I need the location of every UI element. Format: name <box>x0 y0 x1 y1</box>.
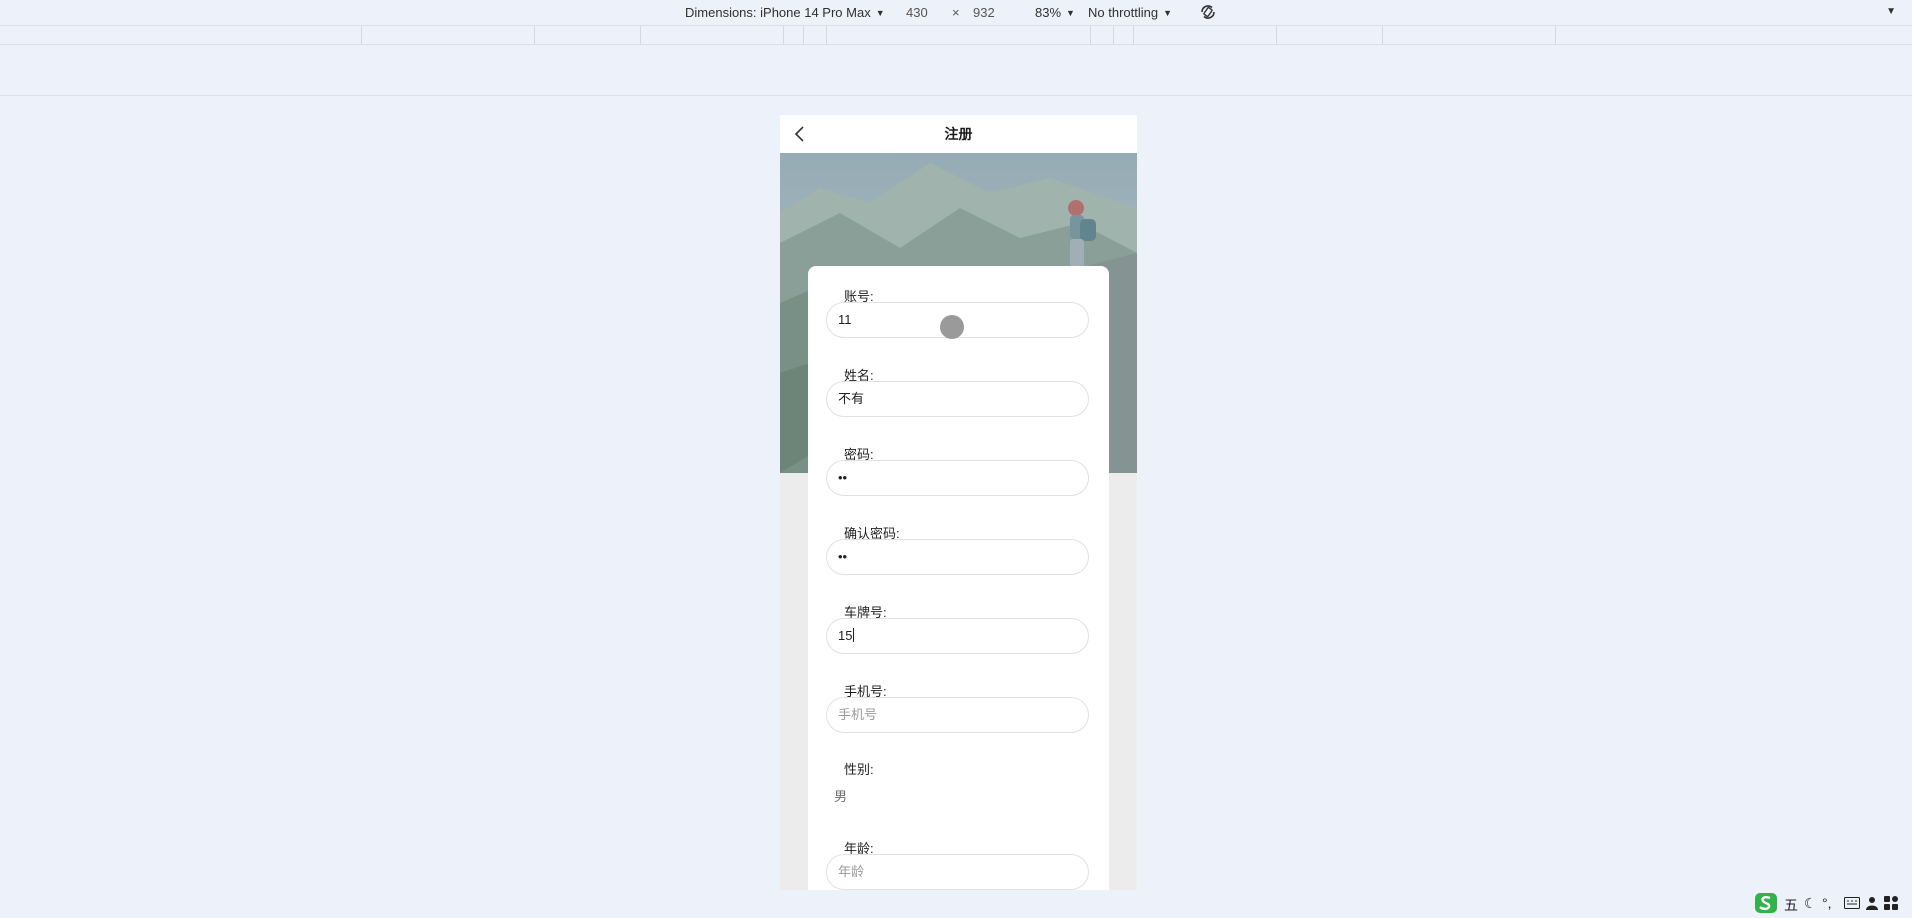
chevron-down-icon: ▼ <box>1066 8 1075 18</box>
apps-grid-icon[interactable] <box>1884 896 1898 910</box>
name-input[interactable]: 不有 <box>826 381 1089 417</box>
plate-number-input[interactable]: 15 <box>826 618 1089 654</box>
ruler-segment[interactable] <box>640 26 641 45</box>
ruler-segment[interactable] <box>1555 26 1556 45</box>
touch-pointer-indicator <box>940 315 964 339</box>
gender-select[interactable]: 男 <box>834 786 847 805</box>
sogou-ime-logo-icon[interactable] <box>1754 892 1778 914</box>
chevron-down-icon: ▼ <box>875 8 885 18</box>
toolbar-divider <box>0 95 1912 96</box>
chevron-down-icon: ▼ <box>1163 8 1173 18</box>
text-cursor <box>853 628 855 642</box>
nav-bar: 注册 <box>780 115 1137 153</box>
ruler-segment[interactable] <box>1090 26 1091 45</box>
dimension-times-sign: × <box>952 5 960 20</box>
ruler-segment[interactable] <box>803 26 804 45</box>
width-input[interactable]: 430 <box>906 5 928 20</box>
ruler-segment[interactable] <box>1133 26 1134 45</box>
media-query-ruler <box>0 25 1912 45</box>
phone-input[interactable]: 手机号 <box>826 697 1089 733</box>
device-viewport: 注册 账号: 11 姓名: 不有 密码: •• 确认密码: •• 车牌号: 15… <box>780 115 1137 890</box>
throttling-select[interactable]: No throttling ▼ <box>1088 5 1172 20</box>
moon-icon[interactable]: ☾ <box>1804 895 1817 912</box>
device-dimensions-select[interactable]: Dimensions: iPhone 14 Pro Max ▼ <box>685 5 885 20</box>
confirm-password-input[interactable]: •• <box>826 539 1089 575</box>
ruler-segment[interactable] <box>1276 26 1277 45</box>
register-form-card: 账号: 11 姓名: 不有 密码: •• 确认密码: •• 车牌号: 15 手机… <box>808 266 1109 890</box>
password-input[interactable]: •• <box>826 460 1089 496</box>
ruler-segment[interactable] <box>783 26 784 45</box>
zoom-select[interactable]: 83% ▼ <box>1035 5 1075 20</box>
ruler-segment[interactable] <box>534 26 535 45</box>
ruler-segment[interactable] <box>1113 26 1114 45</box>
gender-label: 性别: <box>844 762 874 777</box>
punctuation-icon[interactable]: °, <box>1822 895 1832 911</box>
devtools-device-toolbar: Dimensions: iPhone 14 Pro Max ▼ 430 × 932… <box>0 0 1912 25</box>
ruler-segment[interactable] <box>361 26 362 45</box>
keyboard-icon[interactable] <box>1844 897 1860 909</box>
plate-number-value: 15 <box>838 628 853 643</box>
zoom-label: 83% <box>1035 5 1062 20</box>
age-input[interactable]: 年龄 <box>826 854 1089 890</box>
page-title: 注册 <box>944 126 973 142</box>
user-icon[interactable] <box>1866 896 1878 910</box>
ruler-segment[interactable] <box>826 26 827 45</box>
rotate-icon[interactable] <box>1198 2 1218 22</box>
more-options-chevron-icon[interactable]: ▼ <box>1886 6 1896 17</box>
ime-mode-label[interactable]: 五 <box>1784 895 1798 915</box>
device-dimensions-label: Dimensions: iPhone 14 Pro Max <box>685 5 871 20</box>
ime-toolbar: 五 ☾ °, <box>1754 892 1912 914</box>
height-input[interactable]: 932 <box>973 5 995 20</box>
ruler-segment[interactable] <box>1382 26 1383 45</box>
throttling-label: No throttling <box>1088 5 1159 20</box>
